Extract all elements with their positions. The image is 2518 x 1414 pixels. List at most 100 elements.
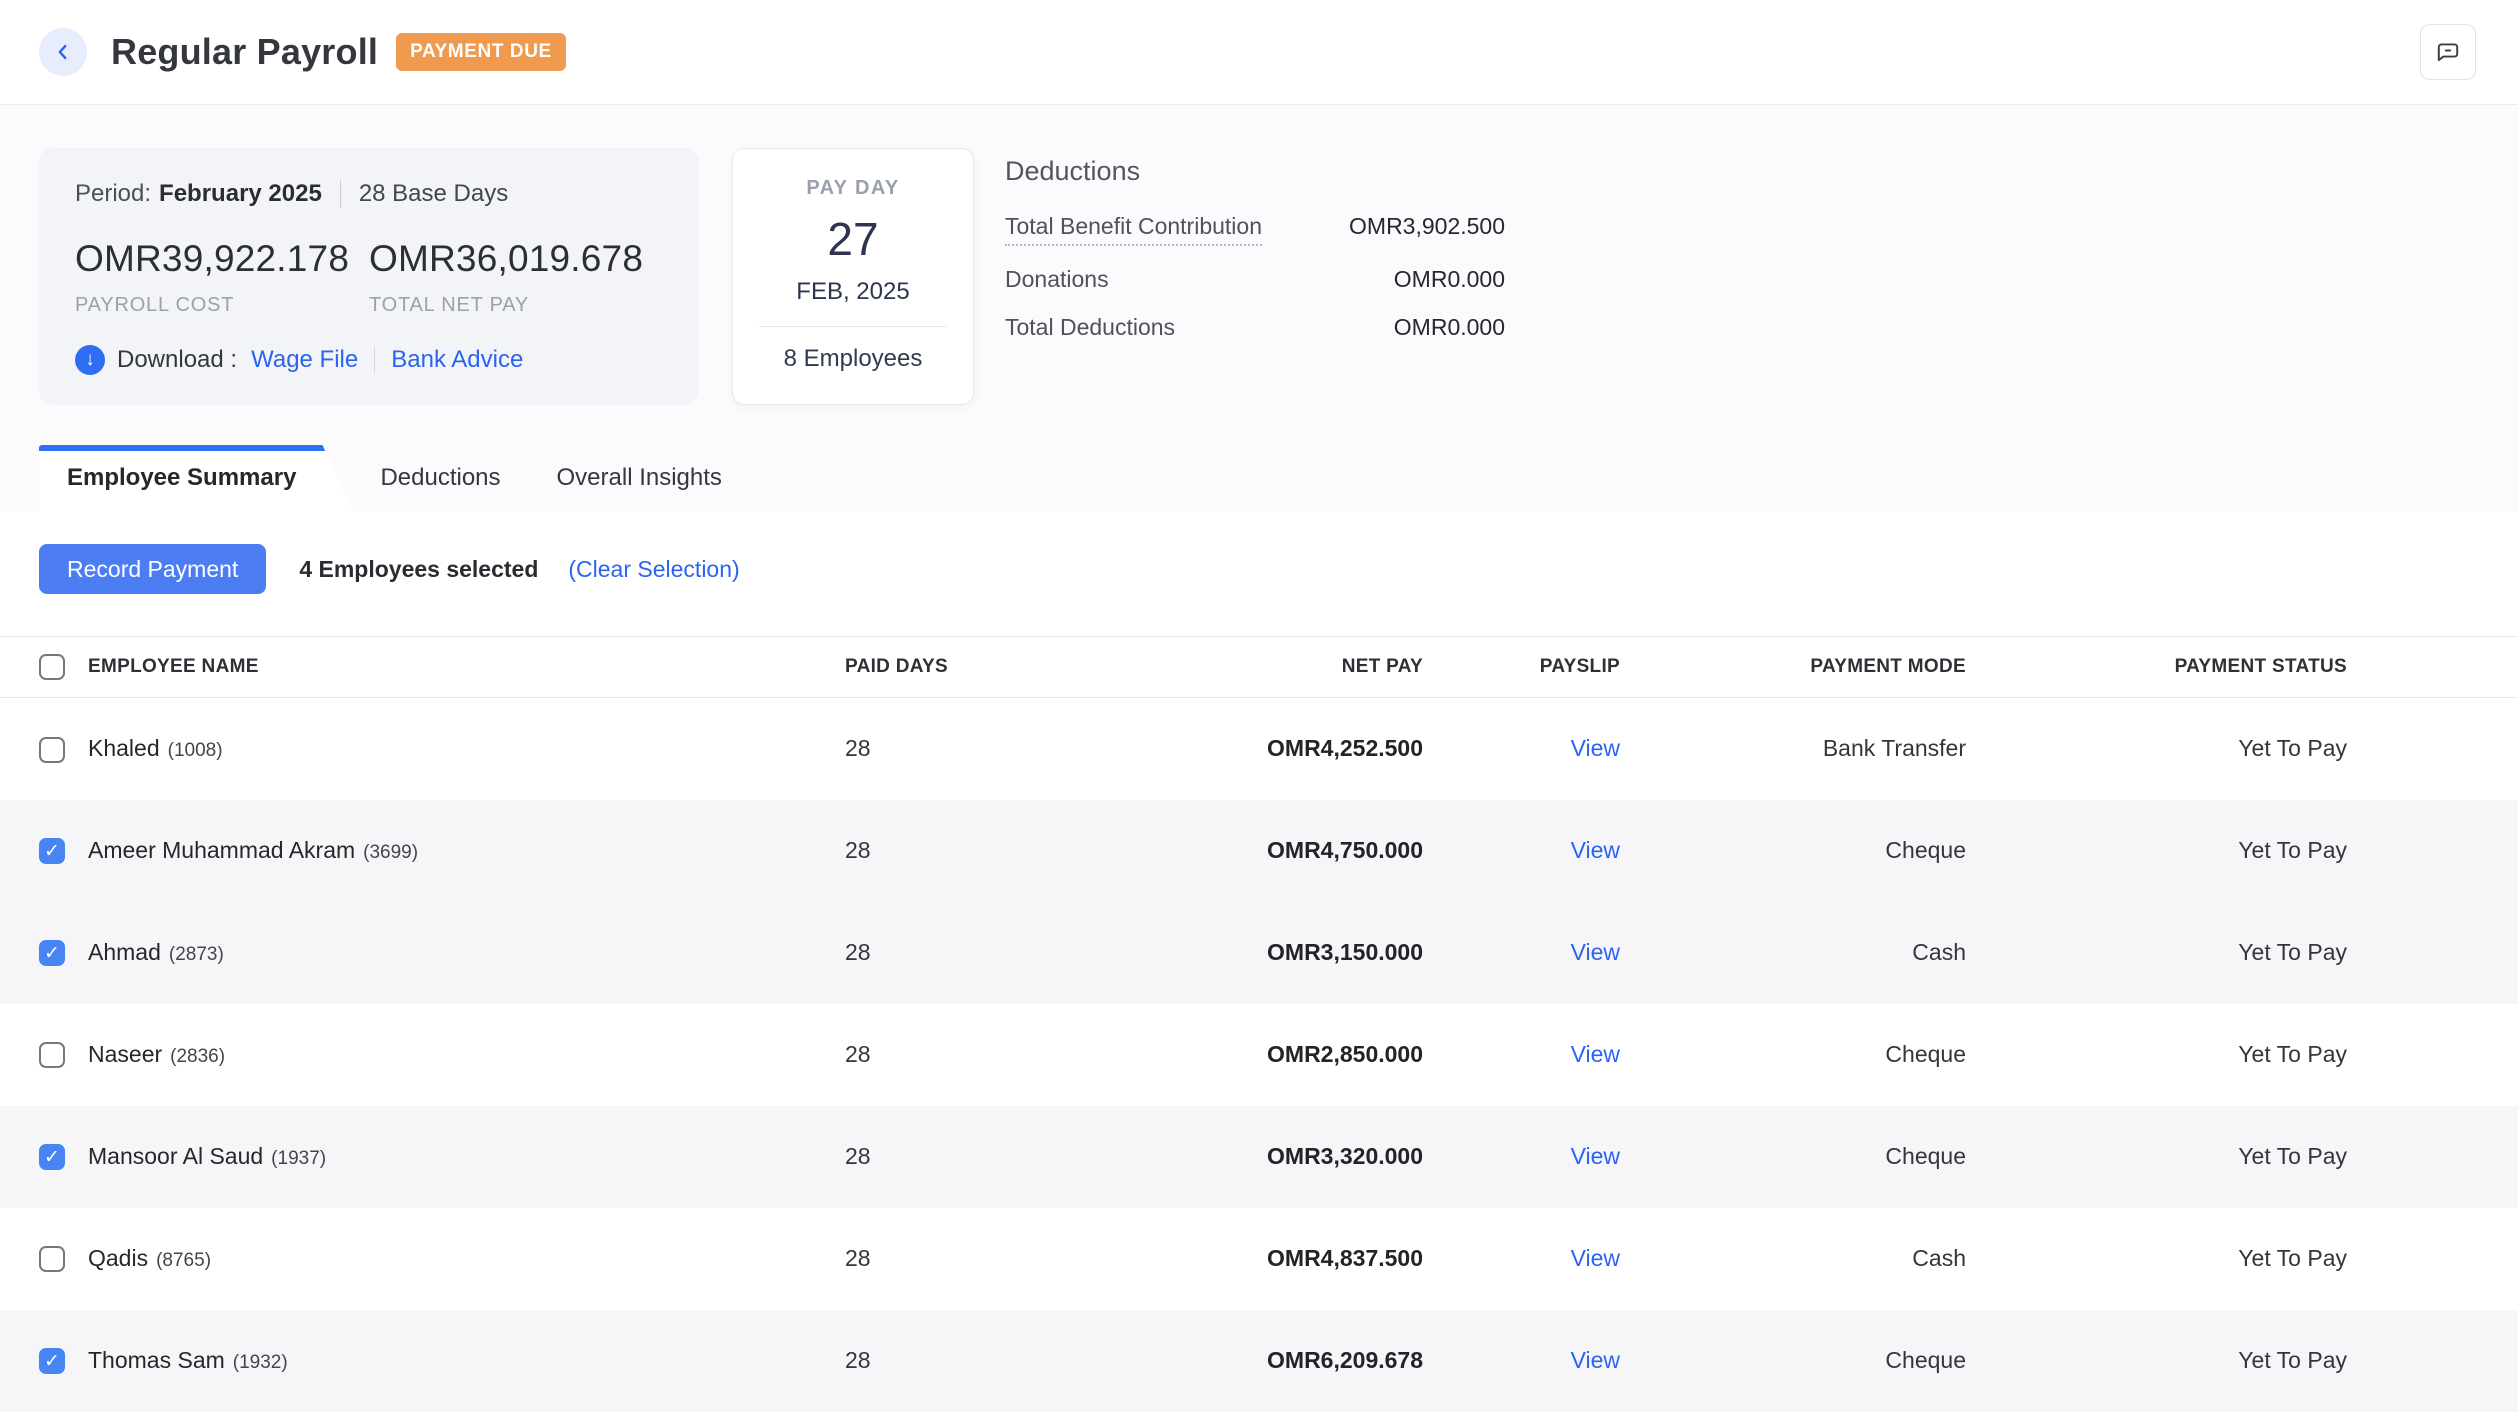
net-pay-cell: OMR6,209.678 xyxy=(1105,1310,1423,1412)
period-value: February 2025 xyxy=(159,180,322,208)
row-checkbox[interactable] xyxy=(39,1042,65,1068)
payslip-view-link[interactable]: View xyxy=(1571,837,1620,863)
payroll-cost-label: PAYROLL COST xyxy=(75,294,369,317)
employee-summary-panel: Record Payment 4 Employees selected (Cle… xyxy=(0,511,2518,1414)
payment-mode-cell: Cash xyxy=(1620,1208,1966,1310)
employee-name: Ameer Muhammad Akram xyxy=(88,837,355,863)
chevron-left-icon xyxy=(52,41,74,63)
wage-file-link[interactable]: Wage File xyxy=(251,346,358,374)
row-checkbox-cell xyxy=(0,1004,88,1106)
employee-id: (2873) xyxy=(169,944,224,965)
payslip-view-link[interactable]: View xyxy=(1571,1041,1620,1067)
employee-name: Qadis xyxy=(88,1245,148,1271)
paid-days-cell: 28 xyxy=(845,1106,1105,1208)
row-checkbox[interactable] xyxy=(39,1144,65,1170)
table-row: Mansoor Al Saud(1937)28OMR3,320.000ViewC… xyxy=(0,1106,2518,1208)
row-checkbox[interactable] xyxy=(39,1246,65,1272)
table-row: Qadis(8765)28OMR4,837.500ViewCashYet To … xyxy=(0,1208,2518,1310)
employee-name: Ahmad xyxy=(88,939,161,965)
deduction-label: Donations xyxy=(1005,264,1109,294)
payslip-view-link[interactable]: View xyxy=(1571,1245,1620,1271)
payslip-view-link[interactable]: View xyxy=(1571,939,1620,965)
total-net-pay-value: OMR36,019.678 xyxy=(369,238,663,280)
paid-days-cell: 28 xyxy=(845,1310,1105,1412)
payment-status-cell: Yet To Pay xyxy=(1966,1310,2518,1412)
payslip-cell: View xyxy=(1423,1106,1620,1208)
payday-month-year: FEB, 2025 xyxy=(733,278,973,306)
employee-name-cell: Naseer(2836) xyxy=(88,1004,845,1106)
payment-mode-cell: Cash xyxy=(1620,902,1966,1004)
payday-day: 27 xyxy=(733,212,973,266)
payment-mode-cell: Bank Transfer xyxy=(1620,698,1966,800)
payslip-cell: View xyxy=(1423,1208,1620,1310)
total-net-pay-label: TOTAL NET PAY xyxy=(369,294,663,317)
chat-icon xyxy=(2435,39,2461,65)
deduction-row: Total Benefit ContributionOMR3,902.500 xyxy=(1005,211,1505,246)
bank-advice-link[interactable]: Bank Advice xyxy=(391,346,523,374)
clear-selection-link[interactable]: (Clear Selection) xyxy=(568,556,739,583)
employee-id: (3699) xyxy=(363,842,418,863)
chat-button[interactable] xyxy=(2420,24,2476,80)
payday-card: PAY DAY 27 FEB, 2025 8 Employees xyxy=(732,148,974,405)
download-line: ↓ Download : Wage File Bank Advice xyxy=(75,345,663,375)
deductions-title: Deductions xyxy=(1005,156,1505,187)
employee-id: (8765) xyxy=(156,1250,211,1271)
deduction-value: OMR3,902.500 xyxy=(1349,211,1505,241)
row-checkbox[interactable] xyxy=(39,940,65,966)
row-checkbox-cell xyxy=(0,698,88,800)
payment-status-cell: Yet To Pay xyxy=(1966,1004,2518,1106)
payslip-view-link[interactable]: View xyxy=(1571,735,1620,761)
paid-days-cell: 28 xyxy=(845,800,1105,902)
tab-overall-insights[interactable]: Overall Insights xyxy=(529,445,750,511)
employee-id: (1008) xyxy=(168,740,223,761)
record-payment-button[interactable]: Record Payment xyxy=(39,544,266,594)
employee-id: (1937) xyxy=(271,1148,326,1169)
row-checkbox-cell xyxy=(0,800,88,902)
row-checkbox[interactable] xyxy=(39,838,65,864)
back-button[interactable] xyxy=(39,28,87,76)
tab-bar: Employee Summary Deductions Overall Insi… xyxy=(39,445,2518,511)
employee-name: Khaled xyxy=(88,735,160,761)
net-pay-cell: OMR3,150.000 xyxy=(1105,902,1423,1004)
payslip-cell: View xyxy=(1423,1004,1620,1106)
deduction-row: Total DeductionsOMR0.000 xyxy=(1005,312,1505,342)
employee-name-cell: Mansoor Al Saud (1937) xyxy=(88,1106,845,1208)
deductions-rows: Total Benefit ContributionOMR3,902.500 Do… xyxy=(1005,211,1505,342)
row-checkbox-cell xyxy=(0,1106,88,1208)
paid-days-cell: 28 xyxy=(845,1004,1105,1106)
selection-count: 4 Employees selected xyxy=(299,556,538,583)
base-days: 28 Base Days xyxy=(359,180,508,208)
row-checkbox[interactable] xyxy=(39,737,65,763)
download-label: Download : xyxy=(117,346,237,374)
payroll-summary-card: Period: February 2025 28 Base Days OMR39… xyxy=(39,148,699,405)
net-pay-cell: OMR4,837.500 xyxy=(1105,1208,1423,1310)
period-line: Period: February 2025 28 Base Days xyxy=(75,180,663,208)
employee-table: EMPLOYEE NAME PAID DAYS NET PAY PAYSLIP … xyxy=(0,636,2518,1412)
tab-deductions[interactable]: Deductions xyxy=(352,445,528,511)
column-header-payslip: PAYSLIP xyxy=(1423,637,1620,698)
table-row: Ahmad(2873)28OMR3,150.000ViewCashYet To … xyxy=(0,902,2518,1004)
net-pay-cell: OMR4,252.500 xyxy=(1105,698,1423,800)
deduction-value: OMR0.000 xyxy=(1394,264,1505,294)
payday-label: PAY DAY xyxy=(733,177,973,200)
payroll-overview-section: Period: February 2025 28 Base Days OMR39… xyxy=(39,148,2518,405)
download-icon: ↓ xyxy=(75,345,105,375)
tab-employee-summary[interactable]: Employee Summary xyxy=(39,445,352,511)
payroll-cost-value: OMR39,922.178 xyxy=(75,238,369,280)
employee-name: Thomas Sam xyxy=(88,1347,225,1373)
employee-name: Mansoor Al Saud xyxy=(88,1143,263,1169)
payslip-view-link[interactable]: View xyxy=(1571,1347,1620,1373)
amounts-row: OMR39,922.178 PAYROLL COST OMR36,019.678… xyxy=(75,238,663,317)
payment-status-cell: Yet To Pay xyxy=(1966,902,2518,1004)
payment-mode-cell: Cheque xyxy=(1620,800,1966,902)
employee-name: Naseer xyxy=(88,1041,162,1067)
payday-employee-count: 8 Employees xyxy=(733,345,973,373)
select-all-checkbox[interactable] xyxy=(39,654,65,680)
divider xyxy=(340,180,341,208)
payment-status-cell: Yet To Pay xyxy=(1966,1208,2518,1310)
divider xyxy=(374,347,375,373)
row-checkbox[interactable] xyxy=(39,1348,65,1374)
payslip-cell: View xyxy=(1423,902,1620,1004)
payslip-view-link[interactable]: View xyxy=(1571,1143,1620,1169)
paid-days-cell: 28 xyxy=(845,698,1105,800)
